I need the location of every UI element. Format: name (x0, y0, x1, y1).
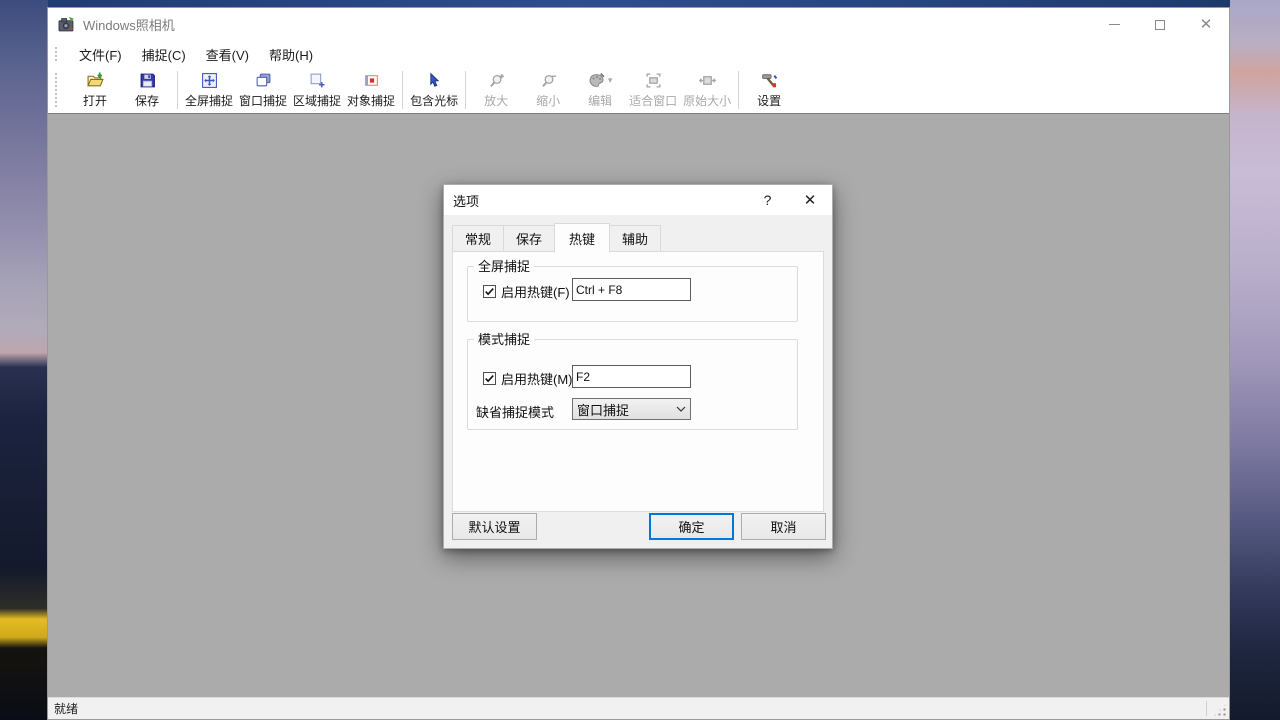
status-bar: 就绪 (48, 697, 1229, 719)
menubar-gripper[interactable] (53, 45, 58, 63)
include-cursor-icon (425, 72, 443, 90)
options-tabstrip: 常规 保存 热键 辅助 (452, 223, 824, 252)
original-size-icon (698, 72, 716, 90)
default-mode-label: 缺省捕捉模式 (476, 402, 554, 421)
maximize-button[interactable] (1137, 8, 1183, 41)
menu-bar: 文件(F) 捕捉(C) 查看(V) 帮助(H) (48, 41, 1229, 67)
include-cursor-button[interactable]: 包含光标 (407, 69, 461, 111)
zoom-out-icon (539, 72, 557, 90)
object-capture-button[interactable]: 对象捕捉 (344, 69, 398, 111)
dialog-title-bar: 选项 ? ✕ (444, 185, 832, 215)
checkbox-checked-icon[interactable] (483, 285, 496, 298)
open-button[interactable]: 打开 (69, 69, 121, 111)
tab-assist[interactable]: 辅助 (609, 225, 661, 252)
hotkey-tab-panel: 全屏捕捉 启用热键(F) 模式捕捉 (452, 251, 824, 512)
minimize-icon (1109, 24, 1120, 25)
edit-dropdown-caret-icon: ▾ (608, 75, 613, 86)
title-bar: Windows照相机 ✕ (48, 8, 1229, 41)
menu-file[interactable]: 文件(F) (69, 41, 132, 67)
ok-button[interactable]: 确定 (649, 513, 734, 540)
zoom-in-button: 放大 (470, 69, 522, 111)
settings-button[interactable]: 设置 (743, 69, 795, 111)
maximize-icon (1155, 20, 1165, 30)
toolbar-gripper[interactable] (53, 71, 58, 109)
object-capture-icon (362, 72, 380, 90)
close-icon: ✕ (1200, 17, 1213, 32)
cancel-button[interactable]: 取消 (741, 513, 826, 540)
zoom-out-button: 缩小 (522, 69, 574, 111)
fullscreen-capture-group: 全屏捕捉 启用热键(F) (467, 266, 798, 322)
fit-window-icon (644, 72, 662, 90)
close-button[interactable]: ✕ (1183, 8, 1229, 41)
camera-app-icon (58, 16, 75, 33)
mode-capture-group: 模式捕捉 启用热键(M) 缺省捕捉模式 窗口捕捉 (467, 339, 798, 430)
desktop-wallpaper-right (1230, 0, 1280, 720)
menu-help[interactable]: 帮助(H) (259, 41, 323, 67)
menu-capture[interactable]: 捕捉(C) (132, 41, 196, 67)
window-title: Windows照相机 (83, 15, 175, 34)
combobox-value: 窗口捕捉 (577, 400, 672, 419)
tab-hotkey[interactable]: 热键 (554, 223, 610, 253)
save-floppy-icon (138, 72, 156, 90)
default-mode-combobox[interactable]: 窗口捕捉 (572, 398, 691, 420)
window-capture-button[interactable]: 窗口捕捉 (236, 69, 290, 111)
fullscreen-capture-button[interactable]: 全屏捕捉 (182, 69, 236, 111)
statusbar-separator (1206, 701, 1207, 716)
settings-tools-icon (760, 72, 778, 90)
group-title: 全屏捕捉 (474, 258, 534, 275)
fullscreen-capture-icon (200, 72, 218, 90)
window-capture-icon (254, 72, 272, 90)
tab-general[interactable]: 常规 (452, 225, 504, 252)
enable-hotkey-f-checkbox[interactable]: 启用热键(F) (483, 282, 570, 301)
help-icon: ? (764, 192, 772, 208)
status-text: 就绪 (54, 700, 78, 717)
toolbar-separator (402, 71, 403, 109)
open-folder-icon (86, 72, 104, 90)
options-dialog: 选项 ? ✕ 常规 保存 热键 辅助 全屏捕捉 启用热键(F) (443, 184, 833, 549)
mode-hotkey-input[interactable] (572, 365, 691, 388)
edit-palette-icon (588, 72, 606, 90)
tab-save[interactable]: 保存 (503, 225, 555, 252)
edit-button: ▾ 编辑 (574, 69, 626, 111)
resize-grip[interactable] (1213, 703, 1227, 717)
chevron-down-icon (672, 406, 690, 412)
region-capture-button[interactable]: 区域捕捉 (290, 69, 344, 111)
default-settings-button[interactable]: 默认设置 (452, 513, 537, 540)
toolbar-separator (177, 71, 178, 109)
checkbox-label: 启用热键(M) (501, 369, 573, 388)
group-title: 模式捕捉 (474, 331, 534, 348)
fullscreen-hotkey-input[interactable] (572, 278, 691, 301)
save-button[interactable]: 保存 (121, 69, 173, 111)
toolbar-separator (738, 71, 739, 109)
window-controls: ✕ (1091, 8, 1229, 41)
desktop-wallpaper-left (0, 0, 48, 720)
region-capture-icon (308, 72, 326, 90)
original-size-button: 原始大小 (680, 69, 734, 111)
fit-window-button: 适合窗口 (626, 69, 680, 111)
tool-bar: 打开 保存 (48, 67, 1229, 113)
checkbox-label: 启用热键(F) (501, 282, 570, 301)
enable-hotkey-m-checkbox[interactable]: 启用热键(M) (483, 369, 573, 388)
close-icon: ✕ (804, 192, 817, 209)
toolbar-separator (465, 71, 466, 109)
minimize-button[interactable] (1091, 8, 1137, 41)
checkbox-checked-icon[interactable] (483, 372, 496, 385)
menu-view[interactable]: 查看(V) (196, 41, 259, 67)
dialog-title: 选项 (453, 191, 479, 210)
dialog-help-button[interactable]: ? (745, 192, 790, 208)
dialog-close-button[interactable]: ✕ (790, 191, 830, 209)
zoom-in-icon (487, 72, 505, 90)
